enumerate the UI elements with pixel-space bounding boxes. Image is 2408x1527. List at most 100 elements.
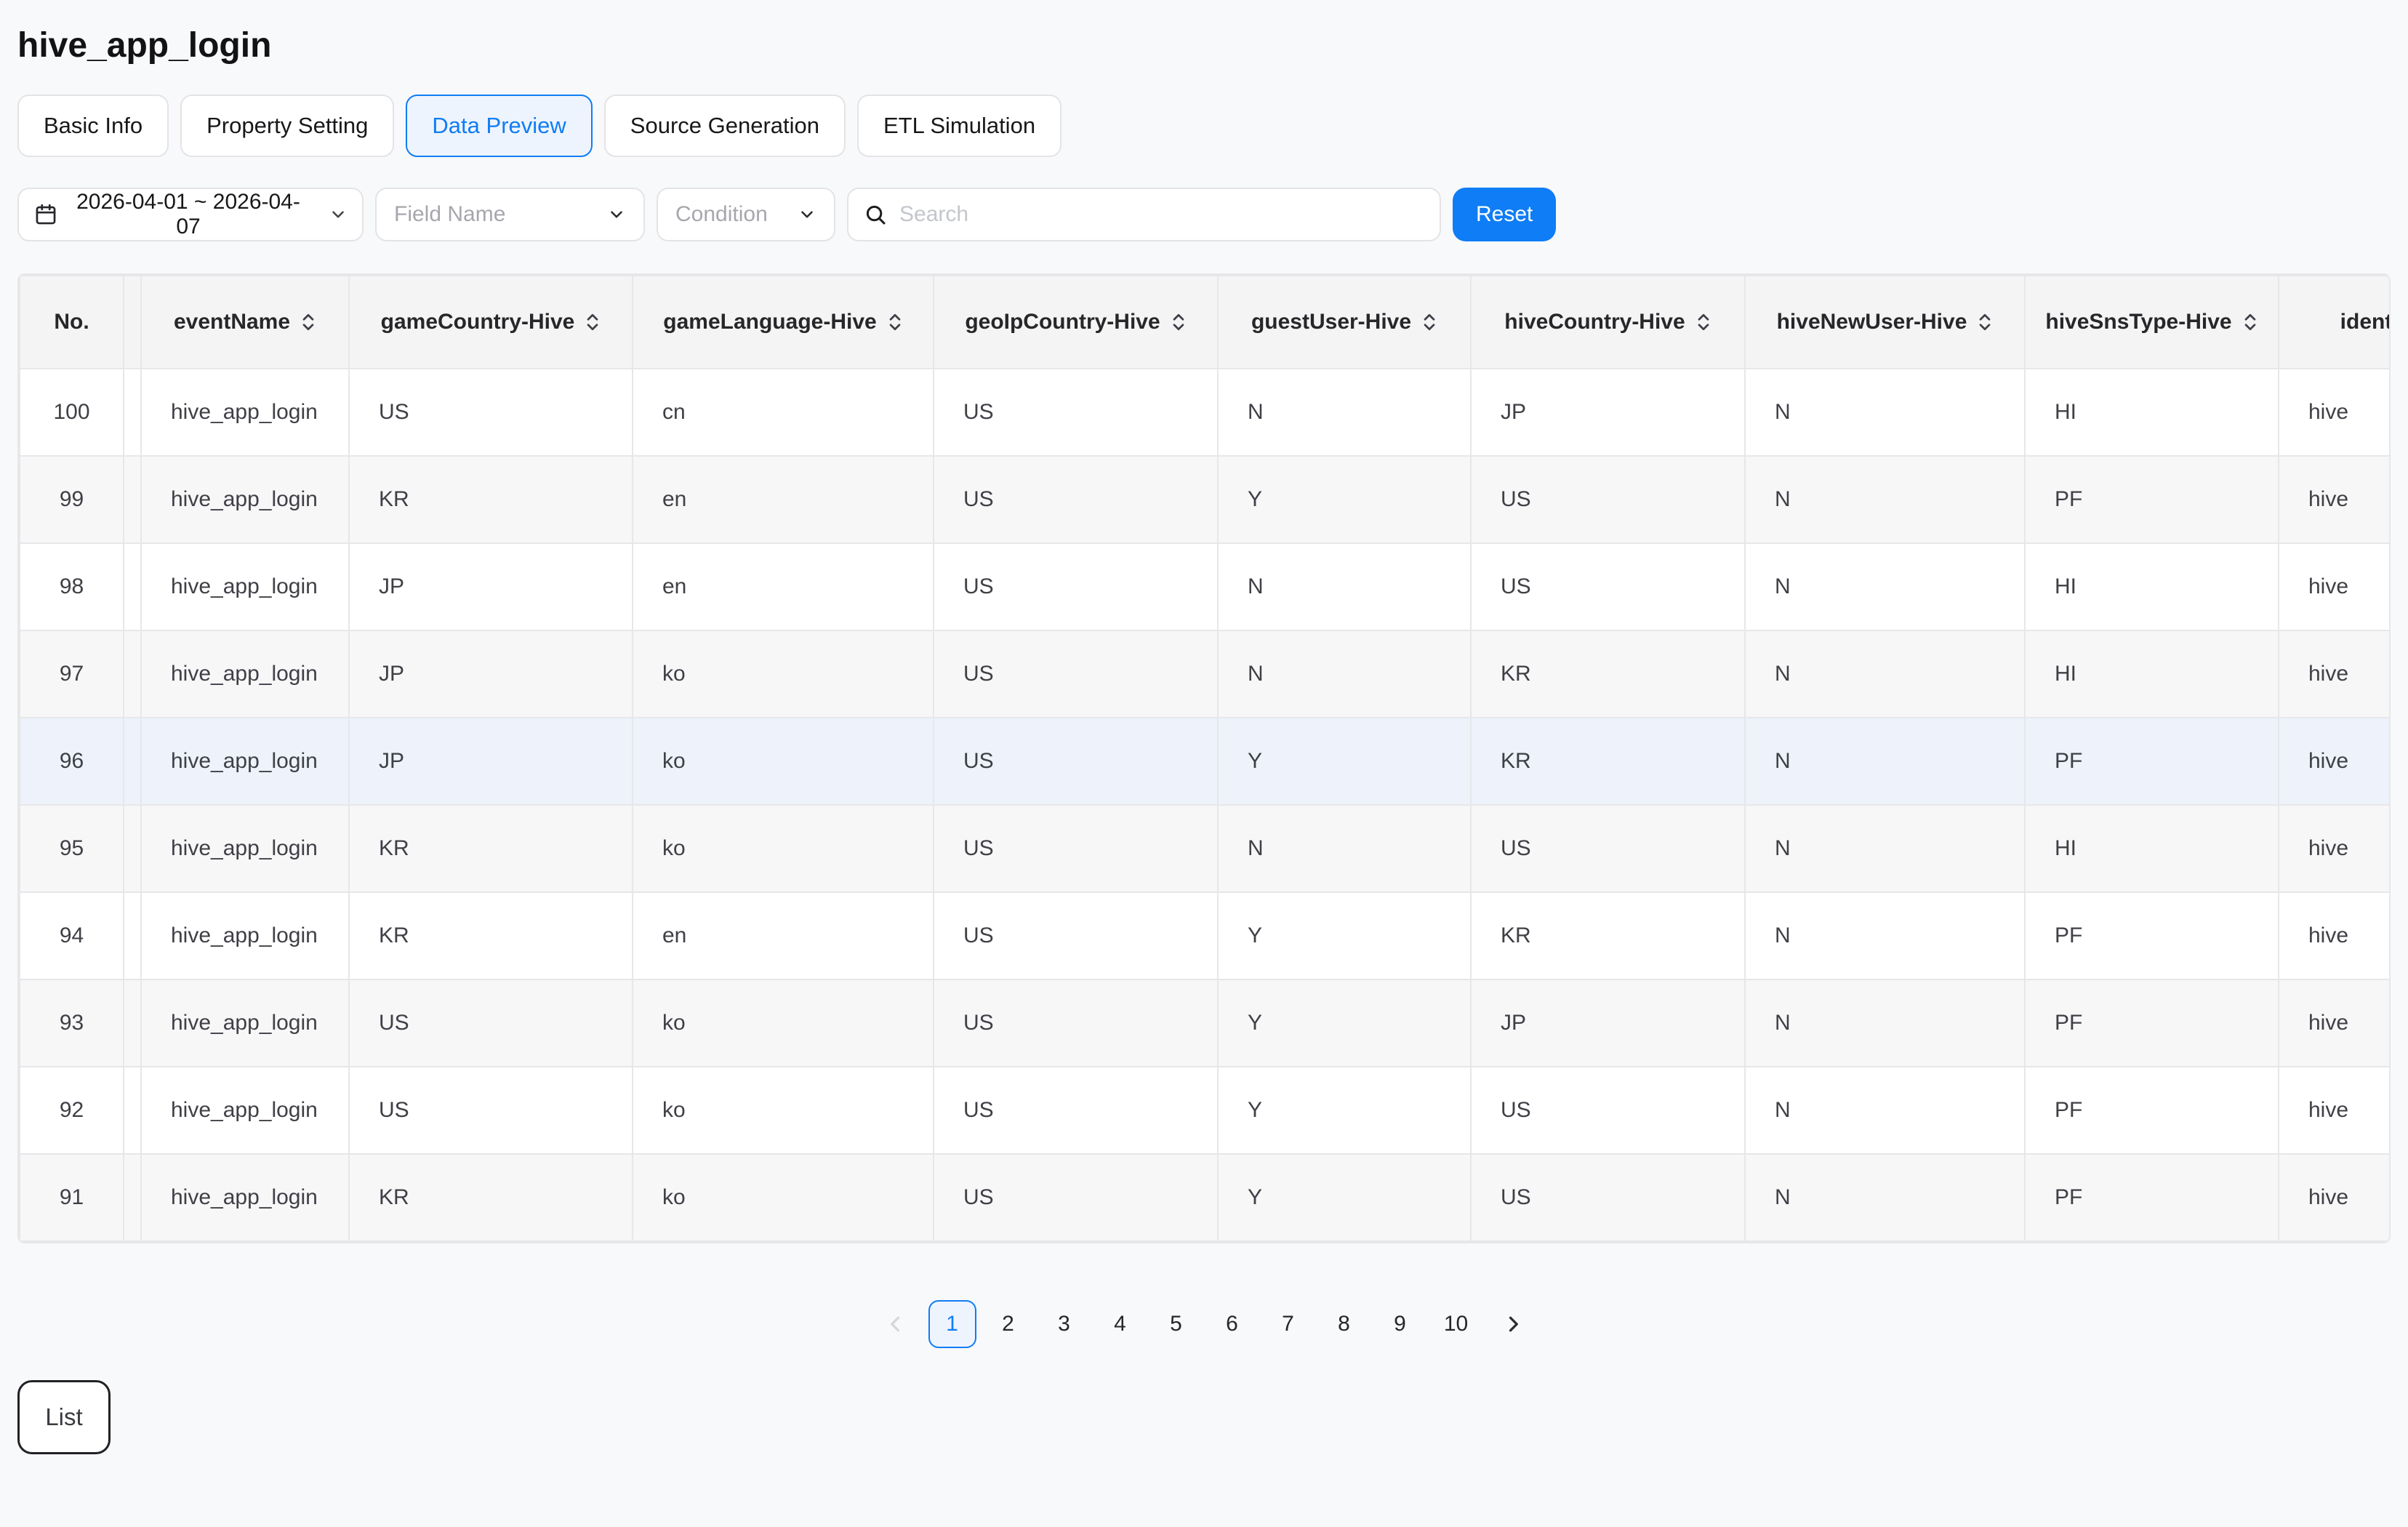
sort-caret-icon [585, 311, 601, 333]
cell-spacer [124, 979, 141, 1067]
table-row[interactable]: 100hive_app_loginUScnUSNJPNHIhive [20, 369, 2391, 456]
cell-no: 93 [20, 979, 124, 1067]
cell-gamelanguage: ko [633, 1067, 934, 1154]
cell-gamelanguage: en [633, 456, 934, 543]
data-table: No. eventName gameCountry-HivegameLanguage… [17, 273, 2391, 1243]
data-preview-page: hive_app_login Basic InfoProperty Settin… [0, 25, 2408, 1454]
search-input[interactable] [898, 201, 1425, 228]
cell-hivesnstype: PF [2025, 1067, 2279, 1154]
table-row[interactable]: 94hive_app_loginKRenUSYKRNPFhive [20, 892, 2391, 979]
cell-eventname: hive_app_login [141, 456, 349, 543]
cell-geoipcountry: US [934, 630, 1218, 718]
column-header-identifier[interactable]: identifier [2279, 276, 2391, 369]
cell-gamecountry: KR [349, 456, 633, 543]
cell-gamecountry: US [349, 1067, 633, 1154]
filter-bar: 2026-04-01 ~ 2026-04-07 Field Name Condi… [17, 188, 2391, 241]
column-header-eventname[interactable]: eventName [141, 276, 349, 369]
cell-hivenewuser: N [1745, 718, 2025, 805]
chevron-down-icon [607, 205, 626, 224]
condition-select[interactable]: Condition [657, 188, 835, 241]
cell-guestuser: Y [1218, 718, 1471, 805]
cell-guestuser: N [1218, 543, 1471, 630]
cell-spacer [124, 630, 141, 718]
column-header-gamecountry[interactable]: gameCountry-Hive [349, 276, 633, 369]
chevron-right-icon [1501, 1313, 1523, 1335]
cell-spacer [124, 456, 141, 543]
column-header-hivenewuser[interactable]: hiveNewUser-Hive [1745, 276, 2025, 369]
cell-hivesnstype: PF [2025, 456, 2279, 543]
page-9-button[interactable]: 9 [1376, 1300, 1424, 1348]
cell-gamelanguage: en [633, 892, 934, 979]
page-7-button[interactable]: 7 [1264, 1300, 1312, 1348]
column-header-hivesnstype[interactable]: hiveSnsType-Hive [2025, 276, 2279, 369]
table-row[interactable]: 91hive_app_loginKRkoUSYUSNPFhive [20, 1154, 2391, 1241]
cell-hivenewuser: N [1745, 1067, 2025, 1154]
column-label: hiveSnsType-Hive [2045, 310, 2231, 334]
page-10-button[interactable]: 10 [1432, 1300, 1480, 1348]
cell-no: 95 [20, 805, 124, 892]
column-header-gamelanguage[interactable]: gameLanguage-Hive [633, 276, 934, 369]
cell-hivenewuser: N [1745, 630, 2025, 718]
cell-guestuser: Y [1218, 979, 1471, 1067]
event-data-grid: No. eventName gameCountry-HivegameLanguage… [19, 275, 2391, 1242]
column-header-geoipcountry[interactable]: geoIpCountry-Hive [934, 276, 1218, 369]
cell-hivenewuser: N [1745, 1154, 2025, 1241]
pagination: 12345678910 [17, 1300, 2391, 1348]
cell-guestuser: Y [1218, 1154, 1471, 1241]
page-3-button[interactable]: 3 [1040, 1300, 1088, 1348]
prev-page-button[interactable] [872, 1300, 920, 1348]
tab-source-generation[interactable]: Source Generation [604, 95, 846, 157]
column-label: geoIpCountry-Hive [965, 310, 1160, 334]
column-spacer [124, 276, 141, 369]
table-row[interactable]: 96hive_app_loginJPkoUSYKRNPFhive [20, 718, 2391, 805]
page-6-button[interactable]: 6 [1208, 1300, 1256, 1348]
reset-button[interactable]: Reset [1453, 188, 1556, 241]
sort-caret-icon [1695, 311, 1711, 333]
cell-hivesnstype: PF [2025, 1154, 2279, 1241]
tab-basic-info[interactable]: Basic Info [17, 95, 169, 157]
cell-identifier: hive [2279, 979, 2391, 1067]
sort-caret-icon [1421, 311, 1437, 333]
tab-etl-simulation[interactable]: ETL Simulation [857, 95, 1061, 157]
cell-no: 97 [20, 630, 124, 718]
page-1-button[interactable]: 1 [928, 1300, 976, 1348]
cell-gamelanguage: ko [633, 1154, 934, 1241]
tab-data-preview[interactable]: Data Preview [406, 95, 592, 157]
sort-caret-icon [887, 311, 903, 333]
cell-hivenewuser: N [1745, 805, 2025, 892]
list-button[interactable]: List [17, 1380, 111, 1454]
page-8-button[interactable]: 8 [1320, 1300, 1368, 1348]
page-2-button[interactable]: 2 [984, 1300, 1032, 1348]
table-row[interactable]: 92hive_app_loginUSkoUSYUSNPFhive [20, 1067, 2391, 1154]
next-page-button[interactable] [1488, 1300, 1536, 1348]
column-label: guestUser-Hive [1251, 310, 1411, 334]
cell-no: 98 [20, 543, 124, 630]
date-range-value: 2026-04-01 ~ 2026-04-07 [68, 190, 308, 239]
table-row[interactable]: 98hive_app_loginJPenUSNUSNHIhive [20, 543, 2391, 630]
table-row[interactable]: 93hive_app_loginUSkoUSYJPNPFhive [20, 979, 2391, 1067]
cell-gamecountry: KR [349, 805, 633, 892]
cell-hivecountry: KR [1471, 718, 1745, 805]
column-header-guestuser[interactable]: guestUser-Hive [1218, 276, 1471, 369]
field-name-select[interactable]: Field Name [375, 188, 645, 241]
column-header-hivecountry[interactable]: hiveCountry-Hive [1471, 276, 1745, 369]
table-row[interactable]: 99hive_app_loginKRenUSYUSNPFhive [20, 456, 2391, 543]
cell-guestuser: Y [1218, 1067, 1471, 1154]
date-range-picker[interactable]: 2026-04-01 ~ 2026-04-07 [17, 188, 364, 241]
cell-geoipcountry: US [934, 1067, 1218, 1154]
cell-spacer [124, 718, 141, 805]
column-label: eventName [174, 310, 290, 334]
tab-property-setting[interactable]: Property Setting [180, 95, 394, 157]
table-row[interactable]: 97hive_app_loginJPkoUSNKRNHIhive [20, 630, 2391, 718]
page-4-button[interactable]: 4 [1096, 1300, 1144, 1348]
condition-placeholder: Condition [675, 202, 768, 227]
cell-gamecountry: JP [349, 718, 633, 805]
cell-gamecountry: JP [349, 543, 633, 630]
cell-hivecountry: US [1471, 543, 1745, 630]
cell-hivecountry: US [1471, 1067, 1745, 1154]
column-label: No. [54, 310, 89, 334]
page-5-button[interactable]: 5 [1152, 1300, 1200, 1348]
table-row[interactable]: 95hive_app_loginKRkoUSNUSNHIhive [20, 805, 2391, 892]
cell-guestuser: N [1218, 805, 1471, 892]
cell-geoipcountry: US [934, 369, 1218, 456]
